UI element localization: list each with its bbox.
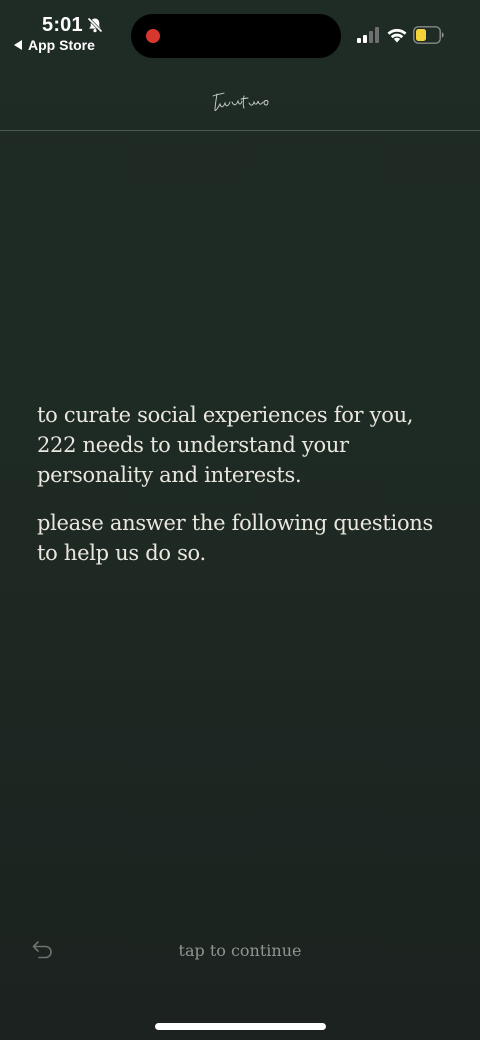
intro-paragraph-2: please answer the following questions to…: [37, 511, 433, 565]
dynamic-island: [131, 14, 341, 58]
bell-off-icon: [87, 17, 103, 33]
app-logo: twotwotwo: [212, 92, 269, 111]
back-app-label: App Store: [28, 37, 95, 53]
status-bar: 5:01 App Store: [0, 0, 480, 70]
wifi-icon: [387, 28, 407, 43]
status-time: 5:01: [42, 14, 83, 36]
tap-to-continue-button[interactable]: tap to continue: [0, 941, 480, 960]
intro-text: to curate social experiences for you, 22…: [37, 400, 457, 586]
back-to-app-store[interactable]: App Store: [14, 37, 95, 53]
back-triangle-icon: [14, 40, 22, 50]
signal-icon: [357, 27, 379, 43]
home-indicator[interactable]: [155, 1023, 326, 1030]
header: twotwotwo: [0, 70, 480, 131]
intro-paragraph-1: to curate social experiences for you, 22…: [37, 403, 414, 487]
recording-indicator: [146, 29, 160, 43]
battery-icon: [413, 26, 444, 44]
